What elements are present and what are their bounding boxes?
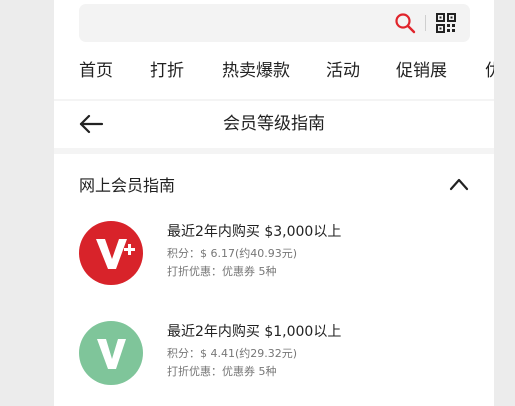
- section-header[interactable]: 网上会员指南: [54, 154, 494, 218]
- section-title: 网上会员指南: [79, 176, 176, 195]
- tier-requirement: 最近2年内购买 $1,000以上: [167, 324, 342, 340]
- search-input[interactable]: [79, 4, 470, 42]
- tab-home[interactable]: 首页: [79, 58, 113, 84]
- title-bar: 会员等级指南: [54, 101, 494, 148]
- page-title: 会员等级指南: [223, 114, 325, 134]
- search-divider: [425, 15, 426, 31]
- chevron-up-icon[interactable]: [448, 176, 470, 192]
- tab-promo-show[interactable]: 促销展: [396, 58, 447, 84]
- tier-item: 最近2年内购买 $1,000以上 积分：$ 4.41(约29.32元) 打折优惠…: [54, 321, 494, 406]
- member-guide-panel: 网上会员指南 最近2年内购买 $3,000以上 积分：$ 6.17(约40.93…: [54, 154, 494, 406]
- tier-requirement: 最近2年内购买 $3,000以上: [167, 224, 342, 240]
- tier-item: 最近2年内购买 $3,000以上 积分：$ 6.17(约40.93元) 打折优惠…: [54, 221, 494, 311]
- vip-plus-badge-icon: [79, 221, 143, 285]
- tab-more[interactable]: 优: [485, 58, 494, 84]
- tier-discount: 打折优惠：优惠券 5种: [167, 365, 277, 378]
- tab-hot-sale[interactable]: 热卖爆款: [222, 58, 290, 84]
- top-area: 首页 打折 热卖爆款 活动 促销展 优: [54, 0, 494, 99]
- tier-points: 积分：$ 4.41(约29.32元): [167, 347, 298, 360]
- app-page: 首页 打折 热卖爆款 活动 促销展 优 会员等级指南 网上会员指南 最近2年内购…: [54, 0, 494, 406]
- tier-points: 积分：$ 6.17(约40.93元): [167, 247, 298, 260]
- tab-events[interactable]: 活动: [326, 58, 360, 84]
- search-icon[interactable]: [393, 11, 417, 35]
- category-nav: 首页 打折 热卖爆款 活动 促销展 优: [54, 58, 494, 84]
- tier-discount: 打折优惠：优惠券 5种: [167, 265, 277, 278]
- tab-discount[interactable]: 打折: [150, 58, 184, 84]
- qr-code-icon[interactable]: [436, 13, 456, 33]
- vip-badge-icon: [79, 321, 143, 385]
